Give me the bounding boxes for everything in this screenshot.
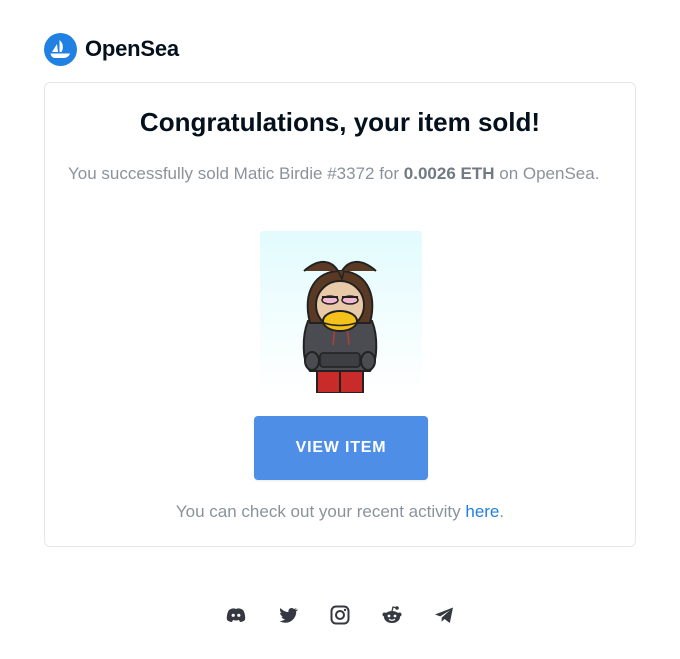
activity-suffix: . (499, 502, 505, 521)
sale-notification-card: Congratulations, your item sold! You suc… (44, 82, 636, 547)
social-links (0, 604, 680, 626)
twitter-icon[interactable] (277, 604, 299, 626)
activity-note: You can check out your recent activity h… (45, 502, 635, 522)
activity-prefix: You can check out your recent activity (175, 502, 466, 521)
header: OpenSea (44, 32, 179, 66)
description-prefix: You successfully sold Matic Birdie #3372… (68, 164, 404, 183)
description-suffix: on OpenSea. (494, 164, 600, 183)
opensea-logo-icon[interactable] (44, 32, 77, 66)
instagram-icon[interactable] (329, 604, 351, 626)
activity-link[interactable]: here (465, 502, 499, 521)
reddit-icon[interactable] (381, 604, 403, 626)
sale-description: You successfully sold Matic Birdie #3372… (68, 161, 612, 186)
sale-price: 0.0026 ETH (403, 164, 495, 183)
email-title: Congratulations, your item sold! (139, 107, 541, 137)
brand-name: OpenSea (85, 36, 179, 61)
discord-icon[interactable] (225, 604, 247, 626)
nft-image[interactable] (260, 231, 422, 393)
view-item-button[interactable]: VIEW ITEM (254, 416, 428, 480)
telegram-icon[interactable] (433, 604, 455, 626)
